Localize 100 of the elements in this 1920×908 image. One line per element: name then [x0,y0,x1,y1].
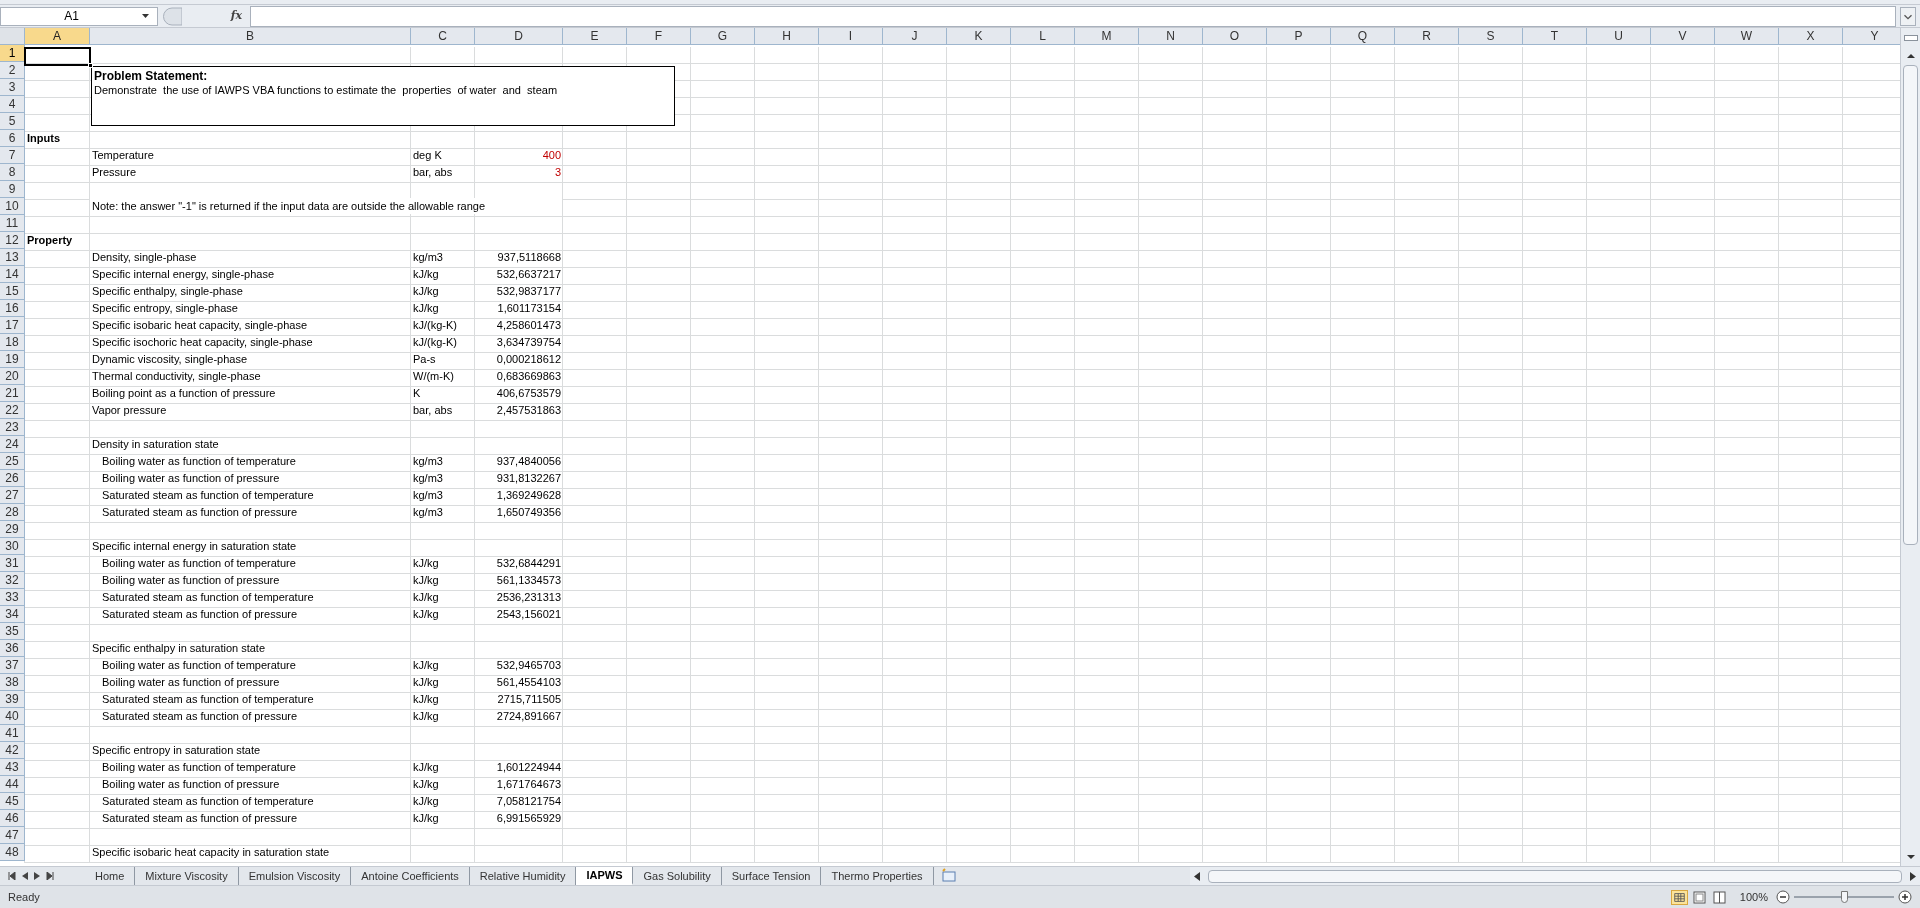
sheet-tab[interactable]: IAPWS [576,867,634,885]
column-header[interactable]: M [1075,28,1139,45]
row-header[interactable]: 31 [0,555,25,572]
row-header[interactable]: 14 [0,266,25,283]
row-header[interactable]: 12 [0,232,25,249]
previous-sheet-icon[interactable] [22,872,28,880]
row-header[interactable]: 5 [0,113,25,130]
page-break-icon[interactable] [1710,889,1728,905]
row-header[interactable]: 25 [0,453,25,470]
row-header[interactable]: 8 [0,164,25,181]
row-header[interactable]: 38 [0,674,25,691]
scroll-up-icon[interactable] [1905,51,1916,61]
row-header[interactable]: 9 [0,181,25,198]
row-header[interactable]: 30 [0,538,25,555]
zoom-slider-thumb[interactable] [1841,891,1848,903]
first-sheet-icon[interactable] [8,872,16,880]
scroll-down-icon[interactable] [1905,852,1916,862]
column-header[interactable]: G [691,28,755,45]
column-header[interactable]: P [1267,28,1331,45]
row-header[interactable]: 34 [0,606,25,623]
row-header[interactable]: 4 [0,96,25,113]
row-header[interactable]: 2 [0,62,25,79]
row-header[interactable]: 39 [0,691,25,708]
zoom-out-icon[interactable] [1776,890,1790,904]
row-header[interactable]: 22 [0,402,25,419]
row-header[interactable]: 11 [0,215,25,232]
row-header[interactable]: 42 [0,742,25,759]
row-header[interactable]: 20 [0,368,25,385]
row-header[interactable]: 45 [0,793,25,810]
column-header[interactable]: V [1651,28,1715,45]
row-header[interactable]: 21 [0,385,25,402]
row-header[interactable]: 15 [0,283,25,300]
insert-function-button[interactable]: fx [230,7,242,25]
next-sheet-icon[interactable] [34,872,40,880]
row-header[interactable]: 23 [0,419,25,436]
column-header[interactable]: B [90,28,411,45]
column-header[interactable]: E [563,28,627,45]
split-handle[interactable] [1903,34,1918,41]
row-header[interactable]: 13 [0,249,25,266]
row-header[interactable]: 16 [0,300,25,317]
column-header[interactable]: W [1715,28,1779,45]
row-header[interactable]: 1 [0,45,25,62]
row-header[interactable]: 19 [0,351,25,368]
column-header[interactable]: H [755,28,819,45]
row-header[interactable]: 7 [0,147,25,164]
row-header[interactable]: 27 [0,487,25,504]
row-header[interactable]: 18 [0,334,25,351]
column-header[interactable]: X [1779,28,1843,45]
row-header[interactable]: 40 [0,708,25,725]
zoom-in-icon[interactable] [1898,890,1912,904]
scroll-thumb[interactable] [1207,869,1902,883]
row-header[interactable]: 28 [0,504,25,521]
row-header[interactable]: 37 [0,657,25,674]
row-header[interactable]: 29 [0,521,25,538]
fill-handle[interactable] [88,63,93,68]
row-header[interactable]: 32 [0,572,25,589]
column-header[interactable]: U [1587,28,1651,45]
row-header[interactable]: 44 [0,776,25,793]
column-header[interactable]: F [627,28,691,45]
row-header[interactable]: 43 [0,759,25,776]
scroll-left-icon[interactable] [1193,871,1200,881]
scroll-right-icon[interactable] [1910,871,1916,881]
zoom-slider[interactable] [1794,890,1894,904]
column-header[interactable]: T [1523,28,1587,45]
row-header[interactable]: 35 [0,623,25,640]
horizontal-scrollbar[interactable] [1189,867,1920,885]
column-header[interactable]: O [1203,28,1267,45]
expand-icon[interactable] [1900,6,1916,26]
name-box[interactable]: A1 [0,6,158,26]
zoom-percentage[interactable]: 100% [1739,888,1768,906]
row-header[interactable]: 33 [0,589,25,606]
column-header[interactable]: D [475,28,563,45]
formula-input[interactable] [250,5,1896,27]
row-header[interactable]: 10 [0,198,25,215]
row-header[interactable]: 3 [0,79,25,96]
row-header[interactable]: 47 [0,827,25,844]
column-header[interactable]: K [947,28,1011,45]
column-header[interactable]: Q [1331,28,1395,45]
column-header[interactable]: J [883,28,947,45]
column-header[interactable]: A [25,28,90,45]
table-cell-text: bar, abs [412,403,454,419]
row-header[interactable]: 41 [0,725,25,742]
row-header[interactable]: 48 [0,844,25,861]
normal-view-icon[interactable] [1670,889,1688,905]
row-header[interactable]: 36 [0,640,25,657]
row-header[interactable]: 24 [0,436,25,453]
row-header[interactable]: 26 [0,470,25,487]
column-header[interactable]: S [1459,28,1523,45]
column-header[interactable]: Y [1843,28,1900,45]
column-header[interactable]: C [411,28,475,45]
scroll-thumb[interactable] [1903,65,1918,545]
column-header[interactable]: L [1011,28,1075,45]
last-sheet-icon[interactable] [46,872,54,880]
column-header[interactable]: R [1395,28,1459,45]
row-header[interactable]: 17 [0,317,25,334]
vertical-scrollbar[interactable] [1900,28,1920,866]
column-header[interactable]: N [1139,28,1203,45]
column-header[interactable]: I [819,28,883,45]
row-header[interactable]: 46 [0,810,25,827]
row-header[interactable]: 6 [0,130,25,147]
